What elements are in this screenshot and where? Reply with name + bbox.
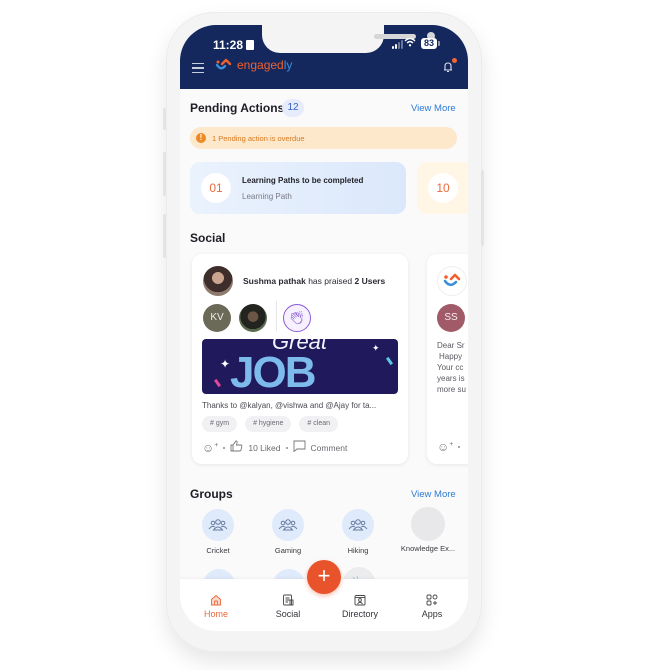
separator-dot <box>458 446 461 448</box>
pending-view-more-link[interactable]: View More <box>411 103 456 114</box>
wifi-icon <box>404 37 416 50</box>
divider <box>276 301 277 331</box>
group-label: Knowledge Ex... <box>400 544 456 553</box>
add-reaction-icon[interactable]: ☺+ <box>437 440 453 454</box>
add-reaction-icon[interactable]: ☺+ <box>202 441 218 455</box>
pending-actions-title: Pending Actions <box>190 101 285 115</box>
group-label: Cricket <box>206 546 230 555</box>
sparkle-icon: ✦ <box>372 343 380 353</box>
overdue-text: 1 Pending action is overdue <box>212 133 305 143</box>
group-item[interactable]: Knowledge Ex... <box>396 507 460 553</box>
pending-action-number: 01 <box>201 173 231 203</box>
app-header: 11:28 83 engagedly <box>180 25 468 89</box>
praise-banner-image: Great JOB ✦ ✦ <box>202 339 398 394</box>
signal-icon <box>392 40 403 49</box>
phone-power-button <box>481 170 484 246</box>
clapping-hands-icon: 👏︎ <box>283 304 311 332</box>
home-content[interactable]: Pending Actions 12 View More ! 1 Pending… <box>180 89 468 601</box>
post-text: Dear Sr Happy Your cc years is more su <box>437 341 466 394</box>
pending-action-subtitle: Learning Path <box>242 192 292 201</box>
notification-bell-icon[interactable] <box>442 61 454 73</box>
hamburger-menu-icon[interactable] <box>192 63 204 73</box>
recipient-avatar[interactable]: SS <box>437 304 465 332</box>
nav-directory-label: Directory <box>341 609 378 619</box>
sparkle-icon: ✦ <box>220 357 231 371</box>
app-screen: 11:28 83 engagedly Pending Actions 12 Vi… <box>180 25 468 631</box>
pending-action-card[interactable]: 01 Learning Paths to be completed Learni… <box>190 162 406 214</box>
group-people-icon <box>342 509 374 541</box>
sim-card-icon <box>246 40 254 50</box>
thumbs-up-icon[interactable] <box>230 440 243 455</box>
hashtag[interactable]: # gym <box>202 416 238 432</box>
group-item[interactable]: Hiking <box>328 509 388 555</box>
engagedly-avatar <box>437 266 467 296</box>
logo-mark-icon <box>215 58 232 70</box>
nav-home[interactable]: Home <box>180 579 252 631</box>
hashtag[interactable]: # hygiene <box>245 416 292 432</box>
social-post-card[interactable]: SS Dear Sr Happy Your cc years is more s… <box>427 254 468 464</box>
phone-notch <box>262 25 435 53</box>
separator-dot <box>285 446 288 449</box>
status-time: 11:28 <box>213 38 244 52</box>
like-count[interactable]: 10 Liked <box>248 443 280 453</box>
pending-count-badge: 12 <box>282 99 304 117</box>
nav-social-label: Social <box>275 609 301 619</box>
post-actions: ☺+ <box>437 440 461 454</box>
social-post-card[interactable]: Sushma pathak has praised 2 Users KV 👏︎ … <box>192 254 408 464</box>
tag-list: # gym # hygiene # clean <box>202 416 338 432</box>
confetti-shape <box>213 378 222 388</box>
notification-dot <box>452 58 457 63</box>
group-item[interactable]: Cricket <box>188 509 248 555</box>
groups-title: Groups <box>190 487 233 501</box>
hashtag[interactable]: # clean <box>299 416 338 432</box>
phone-mute-switch <box>163 108 166 130</box>
social-title: Social <box>190 231 226 245</box>
author-avatar[interactable] <box>203 266 233 296</box>
nav-apps-label: Apps <box>421 609 443 619</box>
nav-apps[interactable]: Apps <box>396 579 468 631</box>
stage: 11:28 83 engagedly Pending Actions 12 Vi… <box>0 0 660 670</box>
brand-name: engagedly <box>237 58 293 72</box>
group-label: Gaming <box>274 546 302 555</box>
pending-action-card[interactable]: 10 <box>417 162 468 214</box>
group-people-icon <box>202 509 234 541</box>
home-icon <box>211 594 221 606</box>
group-people-icon <box>272 509 304 541</box>
directory-icon <box>354 595 366 606</box>
battery-indicator: 83 <box>421 38 441 49</box>
confetti-shape <box>385 356 394 366</box>
groups-view-more-link[interactable]: View More <box>411 489 456 500</box>
overdue-alert[interactable]: ! 1 Pending action is overdue <box>190 127 457 149</box>
group-item[interactable]: Gaming <box>258 509 318 555</box>
separator-dot <box>223 446 226 449</box>
group-placeholder-image <box>411 507 445 541</box>
create-fab-button[interactable]: + <box>307 560 341 594</box>
comment-icon[interactable] <box>293 440 306 455</box>
post-text: Thanks to @kalyan, @vishwa and @Ajay for… <box>202 401 377 410</box>
apps-grid-icon <box>426 594 438 606</box>
brand-logo: engagedly <box>215 58 292 72</box>
pending-action-title: Learning Paths to be completed <box>242 176 364 185</box>
comment-button[interactable]: Comment <box>311 443 348 453</box>
phone-volume-up <box>163 152 166 196</box>
post-actions: ☺+ 10 Liked Comment <box>202 440 347 455</box>
pending-action-number: 10 <box>428 173 458 203</box>
phone-volume-down <box>163 214 166 258</box>
warning-icon: ! <box>196 133 206 143</box>
group-label: Hiking <box>347 546 369 555</box>
banner-word: JOB <box>230 348 316 395</box>
recipient-avatar[interactable]: KV <box>203 304 231 332</box>
nav-home-label: Home <box>203 609 228 619</box>
recipient-avatar[interactable] <box>239 304 267 332</box>
social-feed-icon <box>283 594 294 606</box>
praise-headline: Sushma pathak has praised 2 Users <box>243 276 386 286</box>
